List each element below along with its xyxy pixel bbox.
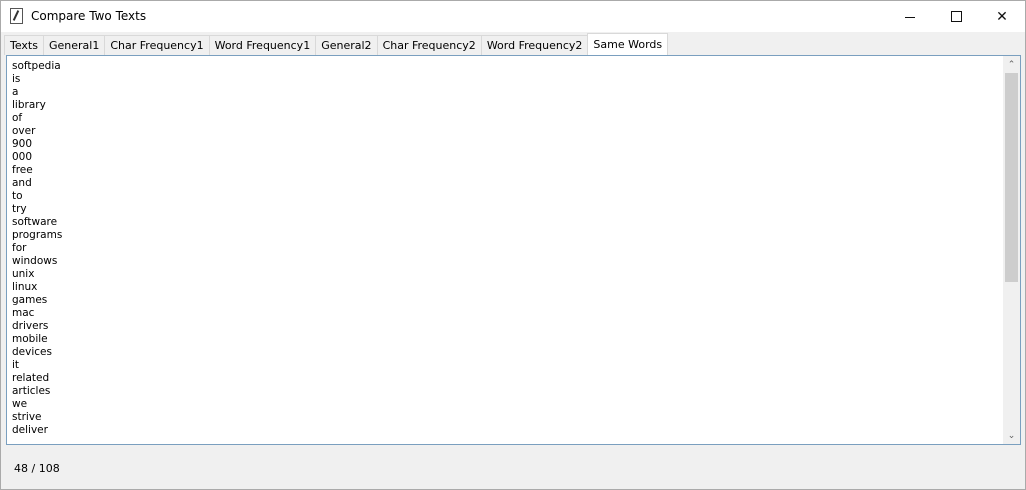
list-item: free (12, 164, 33, 176)
tab-label: Word Frequency2 (486, 39, 583, 52)
list-item: softpedia (12, 60, 61, 72)
list-item: drivers (12, 320, 49, 332)
app-icon (10, 8, 23, 24)
list-item: related (12, 372, 50, 384)
tab-label: General1 (48, 39, 100, 52)
list-item: is (12, 73, 21, 85)
maximize-button[interactable] (933, 1, 979, 32)
tab-label: Word Frequency1 (214, 39, 311, 52)
scrollbar-thumb[interactable] (1005, 73, 1018, 282)
list-item: programs (12, 229, 63, 241)
tab-label: Char Frequency2 (382, 39, 476, 52)
list-item: games (12, 294, 48, 306)
tab-same-words[interactable]: Same Words (587, 33, 669, 55)
list-item: mac (12, 307, 35, 319)
list-item: 900 (12, 138, 33, 150)
list-item: mobile (12, 333, 48, 345)
list-item: library (12, 99, 46, 111)
chevron-down-icon: ⌄ (1007, 430, 1016, 441)
tab-bar: Texts General1 Char Frequency1 Word Freq… (4, 33, 669, 55)
list-item: windows (12, 255, 58, 267)
close-button[interactable]: ✕ (979, 1, 1025, 32)
maximize-icon (950, 11, 962, 22)
tab-label: Texts (10, 39, 38, 52)
list-item: try (12, 203, 27, 215)
window-title: Compare Two Texts (31, 9, 147, 23)
list-item: of (12, 112, 23, 124)
close-icon: ✕ (996, 8, 1008, 25)
list-item: deliver (12, 424, 48, 436)
list-item: and (12, 177, 32, 189)
list-item: for (12, 242, 27, 254)
tab-general2[interactable]: General2 (315, 35, 378, 55)
tab-label: General2 (321, 39, 372, 52)
list-item: we (12, 398, 28, 410)
list-item: strive (12, 411, 42, 423)
list-item: 000 (12, 151, 33, 163)
list-item: software (12, 216, 58, 228)
title-bar: Compare Two Texts ✕ (1, 1, 1025, 32)
minimize-icon (905, 17, 915, 18)
list-item: linux (12, 281, 38, 293)
list-item: over (12, 125, 36, 137)
list-item: it (12, 359, 20, 371)
list-item: devices (12, 346, 52, 358)
word-count-status: 48 / 108 (14, 462, 60, 475)
tab-word-frequency1[interactable]: Word Frequency1 (208, 35, 317, 55)
scroll-down-button[interactable]: ⌄ (1003, 427, 1020, 444)
tab-word-frequency2[interactable]: Word Frequency2 (480, 35, 589, 55)
list-item: articles (12, 385, 51, 397)
app-window: Compare Two Texts ✕ Texts General1 Char … (0, 0, 1026, 490)
scroll-up-button[interactable]: ⌃ (1003, 56, 1020, 73)
tab-label: Char Frequency1 (110, 39, 204, 52)
same-words-textbox[interactable]: softpedia is a library of over 900 000 f… (6, 55, 1021, 445)
vertical-scrollbar[interactable]: ⌃ ⌄ (1003, 56, 1020, 444)
chevron-up-icon: ⌃ (1007, 59, 1016, 70)
list-item: to (12, 190, 23, 202)
list-item: a (12, 86, 19, 98)
tab-label: Same Words (593, 38, 663, 51)
tab-char-frequency2[interactable]: Char Frequency2 (376, 35, 482, 55)
tab-texts[interactable]: Texts (4, 35, 44, 55)
word-list: softpedia is a library of over 900 000 f… (12, 60, 62, 437)
minimize-button[interactable] (887, 1, 933, 32)
tab-general1[interactable]: General1 (42, 35, 106, 55)
tab-char-frequency1[interactable]: Char Frequency1 (104, 35, 210, 55)
list-item: unix (12, 268, 35, 280)
